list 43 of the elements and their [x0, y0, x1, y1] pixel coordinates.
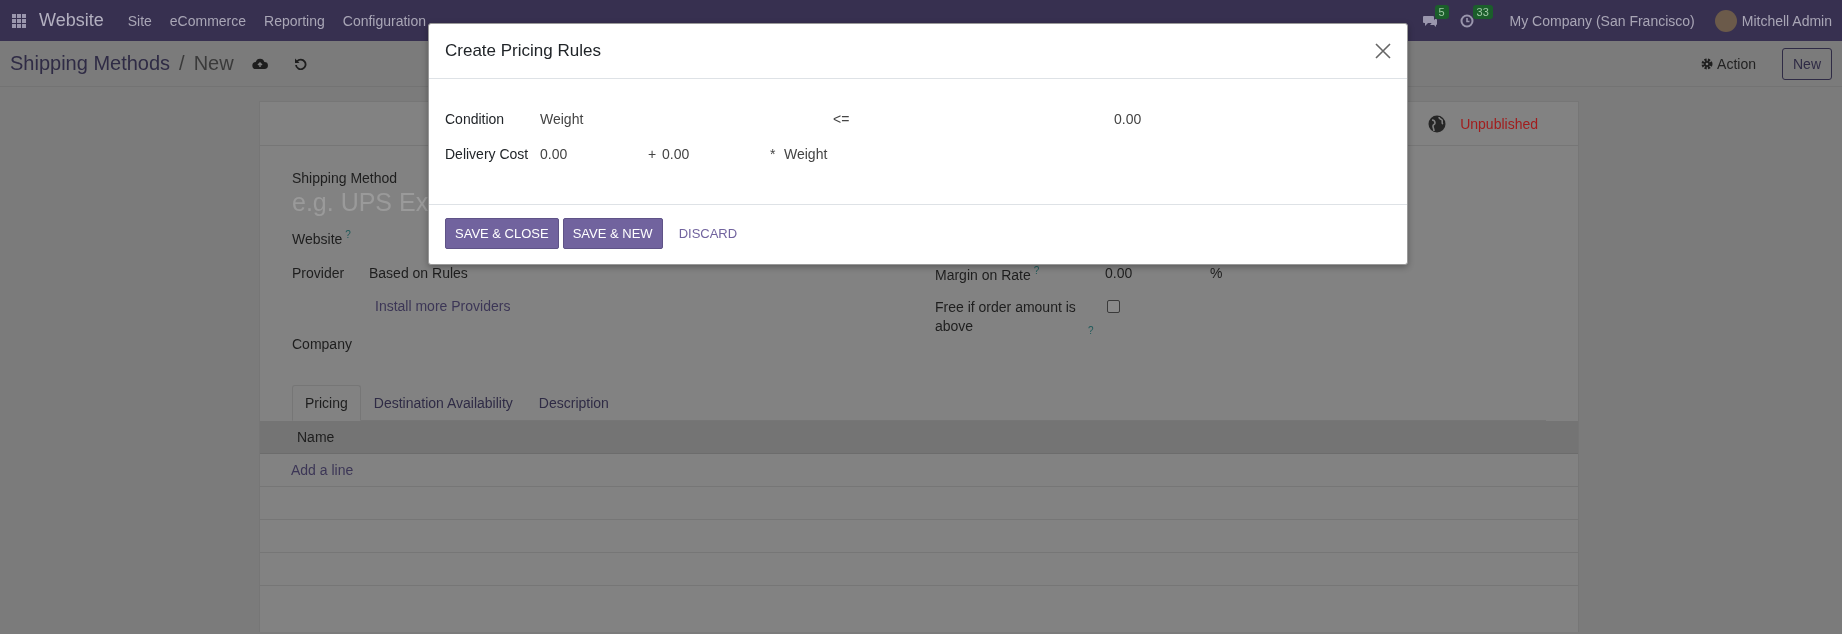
tab[interactable]: Description	[525, 384, 622, 421]
field-label: Company	[292, 335, 352, 352]
field-label: Shipping Method	[292, 170, 398, 186]
breadcrumb-current: New	[193, 52, 234, 75]
operator-select[interactable]: <=	[833, 111, 1114, 127]
field-label: Free if order amount is above	[935, 297, 1077, 336]
field-label: Margin on Rate	[935, 266, 1031, 283]
app-title[interactable]: Website	[39, 10, 104, 31]
install-providers-link[interactable]: Install more Providers	[375, 297, 511, 314]
tab[interactable]: Pricing	[292, 384, 361, 421]
provider-field[interactable]: Based on Rules	[369, 264, 468, 281]
plus-sign: +	[648, 146, 658, 162]
message-count-badge: 5	[1434, 4, 1449, 19]
breadcrumb-link[interactable]: Shipping Methods	[10, 52, 171, 75]
field-label: Provider	[292, 264, 345, 281]
variable-select[interactable]: Weight	[540, 111, 833, 127]
new-button[interactable]: New	[1782, 47, 1832, 80]
column-header[interactable]: Name	[297, 428, 335, 445]
company-switcher[interactable]: My Company (San Francisco)	[1509, 12, 1695, 29]
fixed-price-field[interactable]: 0.00	[540, 146, 648, 162]
action-menu-button[interactable]: Action	[1683, 55, 1756, 72]
dialog-button[interactable]: SAVE & NEW	[562, 218, 663, 249]
user-name[interactable]: Mitchell Admin	[1741, 12, 1832, 29]
breadcrumb-separator: /	[179, 52, 185, 75]
dialog-title: Create Pricing Rules	[445, 41, 601, 61]
menu-item[interactable]: eCommerce	[160, 12, 256, 29]
field-label: Website	[292, 230, 343, 247]
unit-label: %	[1210, 264, 1223, 281]
multiply-sign: *	[770, 146, 777, 162]
menu-item[interactable]: Reporting	[255, 12, 334, 29]
discard-button[interactable]: DISCARD	[666, 219, 750, 248]
tab[interactable]: Destination Availability	[360, 384, 526, 421]
add-line-link[interactable]: Add a line	[291, 461, 354, 478]
menu-item[interactable]: Configuration	[333, 12, 436, 29]
max-value-field[interactable]: 0.00	[1114, 111, 1391, 127]
dialog-button[interactable]: SAVE & CLOSE	[445, 218, 559, 249]
field-label: Delivery Cost	[445, 146, 530, 162]
activity-count-badge: 33	[1472, 4, 1493, 19]
field-label: Condition	[445, 111, 506, 127]
variable-factor-field[interactable]: 0.00	[662, 146, 770, 162]
variable-select[interactable]: Weight	[784, 146, 1014, 162]
menu-item[interactable]: Site	[118, 12, 161, 29]
margin-field[interactable]: 0.00	[1105, 264, 1133, 281]
